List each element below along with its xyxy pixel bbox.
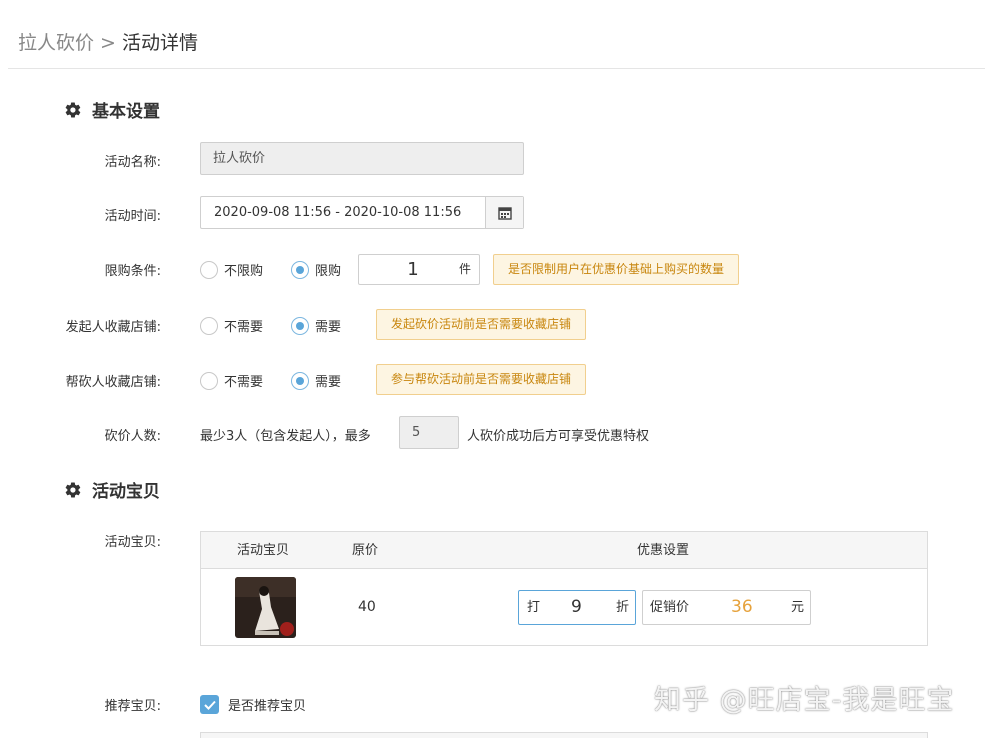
header-divider xyxy=(8,68,985,69)
section-title-text: 基本设置 xyxy=(92,102,160,122)
activity-name-label: 活动名称: xyxy=(104,155,161,170)
section-activity-goods: 活动宝贝 xyxy=(64,477,160,502)
radio-circle[interactable] xyxy=(200,260,218,279)
radio-label: 限购 xyxy=(315,264,342,279)
promo-price-label: 促销价 xyxy=(650,600,690,615)
recommend-goods-panel xyxy=(200,732,928,738)
gear-icon xyxy=(65,481,81,498)
section-title-text: 活动宝贝 xyxy=(92,482,160,502)
breadcrumb: 拉人砍价 > 活动详情 xyxy=(18,28,198,55)
discount-value[interactable]: 9 xyxy=(571,591,582,624)
radio-circle-selected[interactable] xyxy=(291,371,309,390)
limit-quantity-input[interactable]: 1 件 xyxy=(358,254,480,285)
promo-price-value[interactable]: 36 xyxy=(731,591,753,624)
column-header-goods: 活动宝贝 xyxy=(237,543,290,558)
recommend-goods-label: 推荐宝贝: xyxy=(104,699,161,714)
recommend-goods-checkbox[interactable]: 是否推荐宝贝 xyxy=(200,695,306,714)
activity-name-input: 拉人砍价 xyxy=(200,142,524,175)
bargain-people-prefix: 最少3人（包含发起人），最多 xyxy=(200,429,371,444)
bargain-people-suffix: 人砍价成功后方可享受优惠特权 xyxy=(467,429,650,444)
activity-time-picker[interactable]: 2020-09-08 11:56 - 2020-10-08 11:56 xyxy=(200,196,524,229)
checkbox-box[interactable] xyxy=(200,695,219,714)
initiator-favorite-label: 发起人收藏店铺: xyxy=(65,320,161,335)
checkmark-icon xyxy=(203,700,216,710)
radio-helper-required[interactable]: 需要 xyxy=(291,371,341,390)
table-row: 40 打 9 折 促销价 36 元 xyxy=(201,569,927,645)
radio-label: 不需要 xyxy=(224,320,264,335)
radio-circle-selected[interactable] xyxy=(291,316,309,335)
helper-favorite-label: 帮砍人收藏店铺: xyxy=(65,375,161,390)
breadcrumb-separator: > xyxy=(100,32,116,54)
radio-circle-selected[interactable] xyxy=(291,260,309,279)
column-header-discount: 优惠设置 xyxy=(637,543,690,558)
promo-price-input[interactable]: 促销价 36 元 xyxy=(642,590,811,625)
gear-icon xyxy=(65,101,81,118)
discount-prefix: 打 xyxy=(527,600,541,615)
purchase-limit-tip: 是否限制用户在优惠价基础上购买的数量 xyxy=(493,254,740,285)
limit-quantity-unit: 件 xyxy=(458,262,471,276)
breadcrumb-current: 活动详情 xyxy=(121,32,198,54)
activity-time-label: 活动时间: xyxy=(104,209,161,224)
radio-limit[interactable]: 限购 xyxy=(291,260,341,279)
checkbox-label: 是否推荐宝贝 xyxy=(228,699,307,714)
discount-suffix: 折 xyxy=(615,600,629,615)
initiator-favorite-tip: 发起砍价活动前是否需要收藏店铺 xyxy=(376,309,587,340)
discount-input[interactable]: 打 9 折 xyxy=(518,590,636,625)
bargain-people-max-input: 5 xyxy=(399,416,459,449)
watermark-text: 知乎 @旺店宝-我是旺宝 xyxy=(654,685,955,716)
calendar-icon xyxy=(497,206,512,220)
table-header: 活动宝贝 原价 优惠设置 xyxy=(201,532,927,569)
radio-label: 需要 xyxy=(315,375,342,390)
section-basic-settings: 基本设置 xyxy=(64,97,160,122)
product-image xyxy=(235,577,296,638)
calendar-button[interactable] xyxy=(485,197,523,228)
radio-helper-not-required[interactable]: 不需要 xyxy=(200,371,263,390)
radio-circle[interactable] xyxy=(200,316,218,335)
radio-no-limit[interactable]: 不限购 xyxy=(200,260,263,279)
activity-time-value[interactable]: 2020-09-08 11:56 - 2020-10-08 11:56 xyxy=(201,197,485,228)
column-header-price: 原价 xyxy=(352,543,379,558)
product-thumbnail[interactable] xyxy=(235,577,296,638)
radio-label: 不需要 xyxy=(224,375,264,390)
breadcrumb-parent-link[interactable]: 拉人砍价 xyxy=(18,32,94,54)
activity-goods-label: 活动宝贝: xyxy=(104,535,161,550)
radio-label: 需要 xyxy=(315,320,342,335)
radio-initiator-required[interactable]: 需要 xyxy=(291,316,341,335)
radio-label: 不限购 xyxy=(224,264,264,279)
promo-price-unit: 元 xyxy=(790,600,804,615)
purchase-limit-label: 限购条件: xyxy=(104,264,161,279)
radio-circle[interactable] xyxy=(200,371,218,390)
helper-favorite-tip: 参与帮砍活动前是否需要收藏店铺 xyxy=(376,364,587,395)
original-price: 40 xyxy=(358,599,376,615)
bargain-people-label: 砍价人数: xyxy=(104,429,161,444)
goods-table: 活动宝贝 原价 优惠设置 40 打 9 折 促销价 36 元 xyxy=(200,531,928,646)
radio-initiator-not-required[interactable]: 不需要 xyxy=(200,316,263,335)
limit-quantity-value[interactable]: 1 xyxy=(359,255,467,284)
